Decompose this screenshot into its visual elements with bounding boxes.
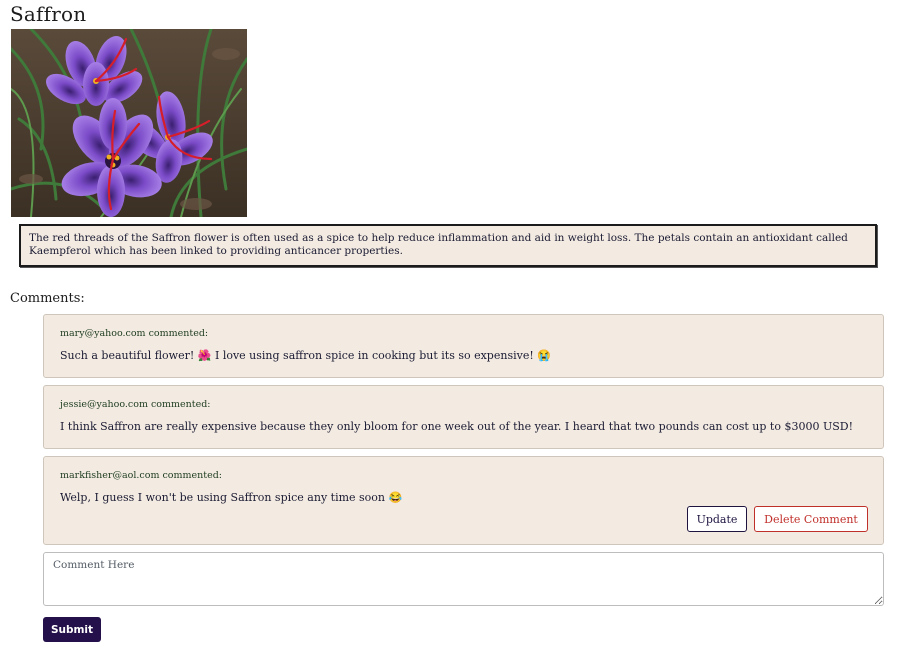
- comment-author: jessie@yahoo.com commented:: [60, 399, 211, 410]
- update-comment-button[interactable]: Update: [687, 506, 747, 532]
- saffron-flower-image: [11, 29, 247, 217]
- description-box: The red threads of the Saffron flower is…: [19, 224, 877, 267]
- submit-button[interactable]: Submit: [43, 617, 101, 642]
- delete-comment-button[interactable]: Delete Comment: [754, 506, 868, 532]
- comment-card: jessie@yahoo.com commented: I think Saff…: [43, 385, 884, 449]
- comment-text: Such a beautiful flower! 🌺 I love using …: [60, 349, 551, 362]
- comment-card: markfisher@aol.com commented: Welp, I gu…: [43, 456, 884, 545]
- comments-heading: Comments:: [10, 291, 85, 306]
- comment-input[interactable]: [43, 552, 884, 606]
- comment-author: markfisher@aol.com commented:: [60, 470, 222, 481]
- page-title: Saffron: [10, 2, 87, 26]
- comment-text: I think Saffron are really expensive bec…: [60, 420, 854, 433]
- comment-text: Welp, I guess I won't be using Saffron s…: [60, 491, 403, 504]
- comment-author: mary@yahoo.com commented:: [60, 328, 209, 339]
- comment-card: mary@yahoo.com commented: Such a beautif…: [43, 314, 884, 378]
